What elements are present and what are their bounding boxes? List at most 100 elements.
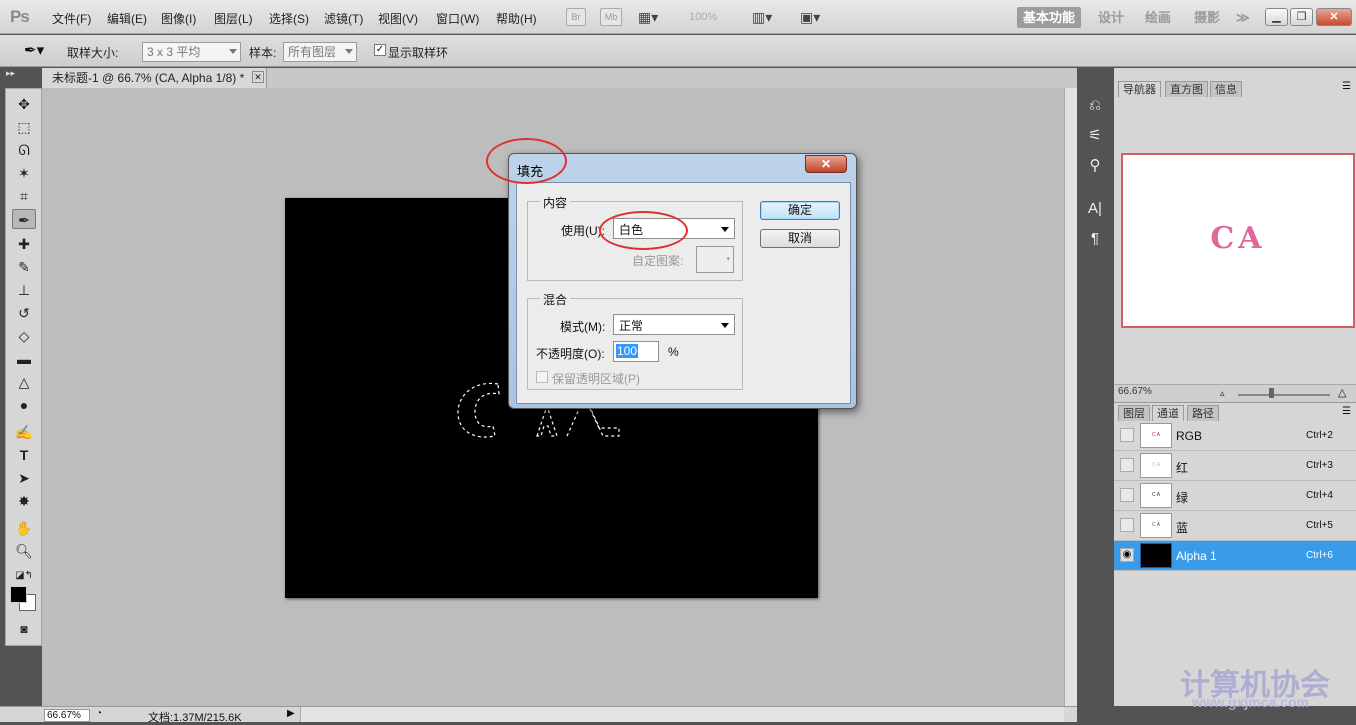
gradient-tool-icon[interactable]: ▬ xyxy=(12,349,36,369)
zoom-level-field[interactable]: 66.67% xyxy=(44,709,90,722)
status-menu-arrow-icon[interactable]: ▶ xyxy=(287,708,295,719)
eyedropper-tool-preset-icon[interactable]: ✒▾ xyxy=(24,41,44,59)
channel-row-rgb[interactable]: C A RGB Ctrl+2 xyxy=(1114,421,1356,451)
options-bar: ✒▾ 取样大小: 3 x 3 平均 样本: 所有图层 ✓ 显示取样环 xyxy=(0,35,1356,67)
arrange-documents-icon[interactable]: ▥▾ xyxy=(752,9,772,26)
navigator-preview[interactable]: CA xyxy=(1121,153,1355,328)
menu-window[interactable]: 窗口(W) xyxy=(436,10,479,27)
pen-tool-icon[interactable]: ✍ xyxy=(12,422,36,442)
workspace-essentials[interactable]: 基本功能 xyxy=(1017,7,1081,28)
lasso-tool-icon[interactable]: ᘏ xyxy=(12,140,36,160)
zoom-slider-handle[interactable] xyxy=(1269,388,1274,398)
tools-panel: ✥ ⬚ ᘏ ✶ ⌗ ✒ ✚ ✎ ⊥ ↺ ◇ ▬ △ ● ✍ T ➤ ✸ ✋ 🔍︎… xyxy=(5,88,42,646)
path-selection-tool-icon[interactable]: ➤ xyxy=(12,468,36,488)
foreground-color-swatch[interactable] xyxy=(10,586,27,603)
photoshop-logo: Ps xyxy=(10,7,30,26)
visibility-toggle-icon[interactable] xyxy=(1120,488,1134,502)
annotation-circle-title xyxy=(486,138,567,184)
navigator-zoom-value[interactable]: 66.67% xyxy=(1118,386,1152,397)
visibility-toggle-icon[interactable] xyxy=(1120,458,1134,472)
adjustments-panel-icon[interactable]: ⚟ xyxy=(1083,125,1107,147)
zoom-tool-icon[interactable]: 🔍︎ xyxy=(12,541,36,561)
history-brush-tool-icon[interactable]: ↺ xyxy=(12,303,36,323)
close-icon[interactable]: ✕ xyxy=(805,155,847,173)
visibility-toggle-icon[interactable] xyxy=(1120,518,1134,532)
screen-mode-icon[interactable]: ▣▾ xyxy=(800,9,820,26)
tab-info[interactable]: 信息 xyxy=(1210,81,1242,97)
tab-paths[interactable]: 路径 xyxy=(1187,405,1219,421)
opacity-input[interactable]: 100 xyxy=(613,341,659,362)
sample-size-select[interactable]: 3 x 3 平均 xyxy=(142,42,241,62)
zoom-out-icon[interactable]: ▵ xyxy=(1220,388,1225,399)
zoom-select[interactable]: 100% xyxy=(689,11,717,23)
menu-edit[interactable]: 编辑(E) xyxy=(107,10,147,27)
menu-filter[interactable]: 滤镜(T) xyxy=(324,10,363,27)
document-tab[interactable]: 未标题-1 @ 66.7% (CA, Alpha 1/8) * ✕ xyxy=(42,68,267,88)
type-tool-icon[interactable]: T xyxy=(12,445,36,465)
workspace-design[interactable]: 设计 xyxy=(1098,7,1124,28)
paragraph-panel-icon[interactable]: ¶ xyxy=(1083,228,1107,250)
close-app-icon[interactable]: ✕ xyxy=(1316,8,1352,26)
channel-row-alpha-1[interactable]: ◉ Alpha 1 Ctrl+6 xyxy=(1114,541,1356,571)
visibility-toggle-icon[interactable] xyxy=(1120,428,1134,442)
ok-button[interactable]: 确定 xyxy=(760,201,840,220)
menu-view[interactable]: 视图(V) xyxy=(378,10,418,27)
crop-tool-icon[interactable]: ⌗ xyxy=(12,186,36,206)
blur-tool-icon[interactable]: △ xyxy=(12,372,36,392)
quick-mask-icon[interactable]: ◙ xyxy=(12,619,36,639)
healing-brush-tool-icon[interactable]: ✚ xyxy=(12,234,36,254)
magic-wand-tool-icon[interactable]: ✶ xyxy=(12,163,36,183)
workspace-more-icon[interactable]: ≫ xyxy=(1236,7,1250,28)
brush-tool-icon[interactable]: ✎ xyxy=(12,257,36,277)
custom-shape-tool-icon[interactable]: ✸ xyxy=(12,491,36,511)
channel-row-blue[interactable]: C A 蓝 Ctrl+5 xyxy=(1114,511,1356,541)
workspace-painting[interactable]: 绘画 xyxy=(1145,7,1171,28)
eyedropper-tool-icon[interactable]: ✒ xyxy=(12,209,36,229)
eye-icon[interactable]: ◉ xyxy=(1120,548,1134,562)
close-tab-icon[interactable]: ✕ xyxy=(252,71,264,83)
dodge-tool-icon[interactable]: ● xyxy=(12,395,36,415)
channel-shortcut: Ctrl+4 xyxy=(1306,490,1333,501)
zoom-slider[interactable] xyxy=(1238,394,1330,396)
sample-select[interactable]: 所有图层 xyxy=(283,42,357,62)
channel-row-red[interactable]: C A 红 Ctrl+3 xyxy=(1114,451,1356,481)
mode-select[interactable]: 正常 xyxy=(613,314,735,335)
clone-stamp-tool-icon[interactable]: ⊥ xyxy=(12,280,36,300)
actions-panel-icon[interactable]: ⚲ xyxy=(1083,155,1107,177)
menu-image[interactable]: 图像(I) xyxy=(161,10,196,27)
history-panel-icon[interactable]: ⎌ xyxy=(1083,95,1107,117)
marquee-tool-icon[interactable]: ⬚ xyxy=(12,117,36,137)
restore-icon[interactable]: ❐ xyxy=(1290,8,1313,26)
menu-select[interactable]: 选择(S) xyxy=(269,10,309,27)
vertical-scrollbar[interactable] xyxy=(1064,88,1077,706)
workspace-photography[interactable]: 摄影 xyxy=(1194,7,1220,28)
extras-icon[interactable]: ▦▾ xyxy=(638,9,658,26)
horizontal-scrollbar[interactable] xyxy=(300,707,1064,722)
show-ring-checkbox[interactable]: ✓ xyxy=(374,44,386,56)
zoom-in-icon[interactable]: △ xyxy=(1338,386,1346,399)
panel-menu-icon[interactable]: ☰ xyxy=(1342,406,1351,417)
panel-menu-icon[interactable]: ☰ xyxy=(1342,81,1351,92)
bridge-button[interactable]: Br xyxy=(566,8,586,26)
minimize-icon[interactable]: ▁ xyxy=(1265,8,1288,26)
preserve-transparency-checkbox[interactable] xyxy=(536,371,548,383)
swap-colors-icon[interactable]: ◪↰ xyxy=(12,566,36,586)
channel-row-green[interactable]: C A 绿 Ctrl+4 xyxy=(1114,481,1356,511)
menu-file[interactable]: 文件(F) xyxy=(52,10,91,27)
eraser-tool-icon[interactable]: ◇ xyxy=(12,326,36,346)
chevron-down-icon xyxy=(721,227,729,232)
tab-navigator[interactable]: 导航器 xyxy=(1118,81,1161,97)
tab-layers[interactable]: 图层 xyxy=(1118,405,1150,421)
character-panel-icon[interactable]: A| xyxy=(1083,198,1107,220)
tab-channels[interactable]: 通道 xyxy=(1152,405,1184,421)
status-info-icon[interactable]: ◔ xyxy=(96,708,102,719)
menu-layer[interactable]: 图层(L) xyxy=(214,10,253,27)
mini-bridge-button[interactable]: Mb xyxy=(600,8,622,26)
cancel-button[interactable]: 取消 xyxy=(760,229,840,248)
tab-histogram[interactable]: 直方图 xyxy=(1165,81,1208,97)
hand-tool-icon[interactable]: ✋ xyxy=(12,518,36,538)
move-tool-icon[interactable]: ✥ xyxy=(12,94,36,114)
collapse-tools-icon[interactable]: ▸▸ xyxy=(0,68,42,88)
blending-group: 混合 模式(M): 正常 不透明度(O): 100 % 保留透明区域(P) xyxy=(527,291,743,390)
menu-help[interactable]: 帮助(H) xyxy=(496,10,537,27)
